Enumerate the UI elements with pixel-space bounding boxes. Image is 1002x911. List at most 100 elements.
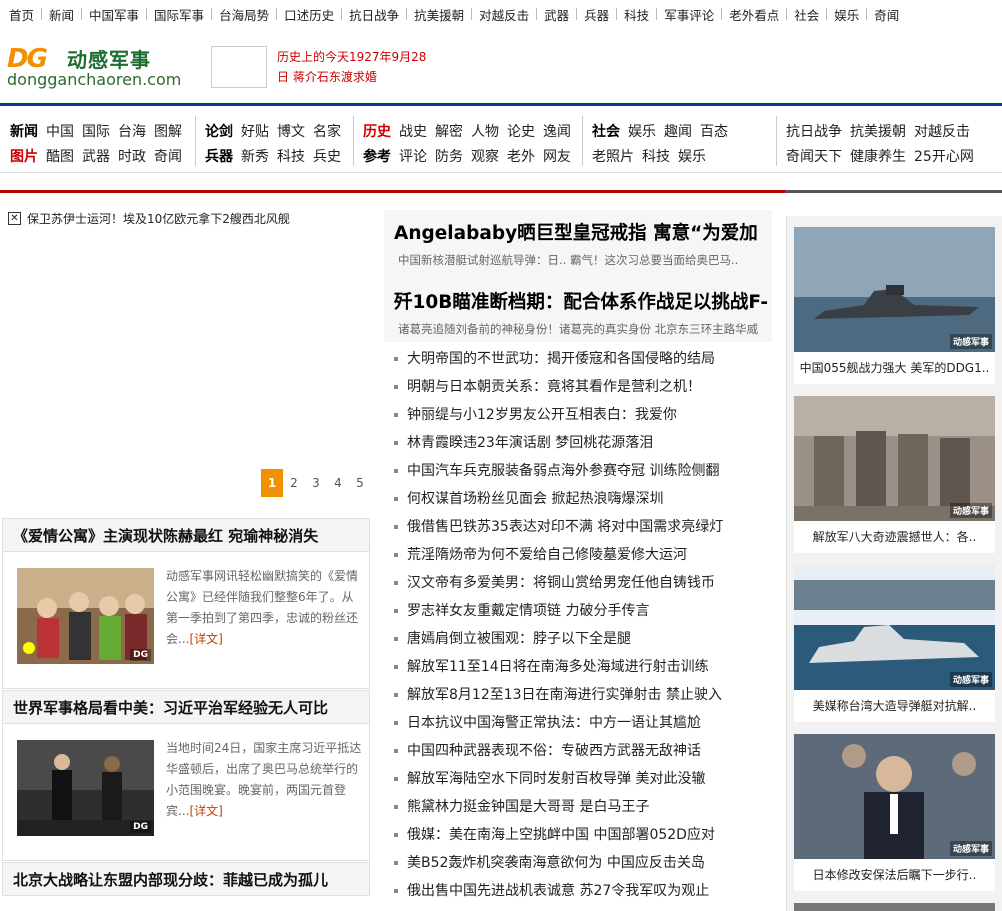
photo-card[interactable]: 动感军事 解放军八大奇迹震撼世人：各.. — [794, 396, 995, 553]
pager-page-5[interactable]: 5 — [349, 469, 371, 497]
channel-link[interactable]: 论史 — [507, 121, 535, 141]
channel-link[interactable]: 图片 — [10, 146, 38, 166]
channel-link[interactable]: 参考 — [363, 146, 391, 166]
list-item[interactable]: 熊黛林力挺金钟国是大哥哥 是白马王子 — [392, 793, 777, 821]
channel-link[interactable]: 图解 — [154, 121, 182, 141]
news-link[interactable]: 解放军海陆空水下同时发射百枚导弹 美对此没辙 — [407, 765, 705, 793]
site-logo[interactable]: DG 动感军事 dongganchaoren.com — [7, 40, 197, 95]
photo-card[interactable]: 动感军事 中国055舰战力强大 美军的DDG1.. — [794, 227, 995, 384]
story-title[interactable]: 《爱情公寓》主演现状陈赫最红 宛瑜神秘消失 — [2, 518, 370, 552]
channel-link[interactable]: 抗日战争 — [786, 121, 842, 141]
top-nav-item[interactable]: 新闻 — [42, 5, 81, 24]
top-nav-item[interactable]: 对越反击 — [472, 5, 536, 24]
list-item[interactable]: 明朝与日本朝贡关系：竟将其看作是营利之机！ — [392, 373, 777, 401]
photo-card[interactable]: 动感军事 美媒称台湾大造导弹艇对抗解.. — [794, 565, 995, 722]
pager-page-3[interactable]: 3 — [305, 469, 327, 497]
top-nav-item[interactable]: 兵器 — [577, 5, 616, 24]
pager-page-1[interactable]: 1 — [261, 469, 283, 497]
top-nav-item[interactable]: 社会 — [787, 5, 826, 24]
story-thumbnail[interactable]: DG — [17, 740, 154, 836]
story-thumbnail[interactable]: DG — [17, 568, 154, 664]
news-link[interactable]: 俄媒：美在南海上空挑衅中国 中国部署052D应对 — [407, 821, 715, 849]
list-item[interactable]: 解放军11至14日将在南海多处海域进行射击训练 — [392, 653, 777, 681]
top-subline-1[interactable]: 中国新核潜艇试射巡航导弹：日.. 霸气！这次习总要当面给奥巴马.. — [398, 252, 770, 268]
channel-link[interactable]: 奇闻 — [154, 146, 182, 166]
news-link[interactable]: 林青霞睽违23年演话剧 梦回桃花源落泪 — [407, 429, 653, 457]
list-item[interactable]: 中国汽车兵克服装备弱点海外参赛夺冠 训练险侧翻 — [392, 457, 777, 485]
channel-link[interactable]: 人物 — [471, 121, 499, 141]
top-nav-item[interactable]: 抗美援朝 — [407, 5, 471, 24]
top-nav-item[interactable]: 武器 — [537, 5, 576, 24]
history-today[interactable]: 历史上的今天1927年9月28 日 蒋介石东渡求婚 — [277, 47, 426, 87]
channel-link[interactable]: 新秀 — [241, 146, 269, 166]
channel-link[interactable]: 名家 — [313, 121, 341, 141]
channel-link[interactable]: 评论 — [399, 146, 427, 166]
list-item[interactable]: 解放军8月12至13日在南海进行实弹射击 禁止驶入 — [392, 681, 777, 709]
news-link[interactable]: 钟丽缇与小12岁男友公开互相表白：我爱你 — [407, 401, 677, 429]
channel-link[interactable]: 兵器 — [205, 146, 233, 166]
channel-link[interactable]: 科技 — [642, 146, 670, 166]
list-item[interactable]: 俄借售巴铁苏35表达对印不满 将对中国需求亮绿灯 — [392, 513, 777, 541]
channel-link[interactable]: 武器 — [82, 146, 110, 166]
list-item[interactable]: 美B52轰炸机突袭南海意欲何为 中国应反击关岛 — [392, 849, 777, 877]
channel-link[interactable]: 防务 — [435, 146, 463, 166]
channel-link[interactable]: 网友 — [543, 146, 571, 166]
list-item[interactable]: 大明帝国的不世武功：揭开倭寇和各国侵略的结局 — [392, 345, 777, 373]
list-item[interactable]: 林青霞睽违23年演话剧 梦回桃花源落泪 — [392, 429, 777, 457]
channel-link[interactable]: 历史 — [363, 121, 391, 141]
news-link[interactable]: 荒淫隋炀帝为何不爱给自己修陵墓爱修大运河 — [407, 541, 687, 569]
channel-link[interactable]: 老外 — [507, 146, 535, 166]
channel-link[interactable]: 新闻 — [10, 121, 38, 141]
channel-link[interactable]: 对越反击 — [914, 121, 970, 141]
news-link[interactable]: 俄出售中国先进战机表诚意 苏27令我军叹为观止 — [407, 877, 709, 905]
top-nav-item[interactable]: 国际军事 — [147, 5, 211, 24]
news-link[interactable]: 何权谋首场粉丝见面会 掀起热浪嗨爆深圳 — [407, 485, 663, 513]
news-link[interactable]: 汉文帝有多爱美男：将铜山赏给男宠任他自铸钱币 — [407, 569, 715, 597]
list-item[interactable]: 钟丽缇与小12岁男友公开互相表白：我爱你 — [392, 401, 777, 429]
pager-page-2[interactable]: 2 — [283, 469, 305, 497]
news-link[interactable]: 大明帝国的不世武功：揭开倭寇和各国侵略的结局 — [407, 345, 715, 373]
news-link[interactable]: 中国四种武器表现不俗：专破西方武器无敌神话 — [407, 737, 701, 765]
pager-page-4[interactable]: 4 — [327, 469, 349, 497]
top-headline-2[interactable]: 歼10B瞄准断档期：配合体系作战足以挑战F- — [394, 288, 774, 314]
top-nav-item[interactable]: 台海局势 — [212, 5, 276, 24]
channel-link[interactable]: 论剑 — [205, 121, 233, 141]
photo-card[interactable]: 动感军事 日本修改安保法后瞩下一步行.. — [794, 734, 995, 891]
story-title[interactable]: 北京大战略让东盟内部现分歧：菲越已成为孤儿 — [2, 862, 370, 896]
channel-link[interactable]: 好贴 — [241, 121, 269, 141]
channel-link[interactable]: 娱乐 — [628, 121, 656, 141]
channel-link[interactable]: 趣闻 — [664, 121, 692, 141]
close-box-icon[interactable]: ✕ — [8, 212, 21, 225]
news-link[interactable]: 解放军8月12至13日在南海进行实弹射击 禁止驶入 — [407, 681, 722, 709]
channel-link[interactable]: 科技 — [277, 146, 305, 166]
news-link[interactable]: 美B52轰炸机突袭南海意欲何为 中国应反击关岛 — [407, 849, 705, 877]
channel-link[interactable]: 博文 — [277, 121, 305, 141]
list-item[interactable]: 俄媒：美在南海上空挑衅中国 中国部署052D应对 — [392, 821, 777, 849]
news-link[interactable]: 熊黛林力挺金钟国是大哥哥 是白马王子 — [407, 793, 649, 821]
photo-card-partial[interactable] — [794, 903, 995, 911]
news-link[interactable]: 中国汽车兵克服装备弱点海外参赛夺冠 训练险侧翻 — [407, 457, 719, 485]
channel-link[interactable]: 观察 — [471, 146, 499, 166]
top-nav-item[interactable]: 抗日战争 — [342, 5, 406, 24]
channel-link[interactable]: 娱乐 — [678, 146, 706, 166]
channel-link[interactable]: 百态 — [700, 121, 728, 141]
list-item[interactable]: 罗志祥女友重戴定情项链 力破分手传言 — [392, 597, 777, 625]
channel-link[interactable]: 战史 — [399, 121, 427, 141]
channel-link[interactable]: 逸闻 — [543, 121, 571, 141]
list-item[interactable]: 汉文帝有多爱美男：将铜山赏给男宠任他自铸钱币 — [392, 569, 777, 597]
news-link[interactable]: 明朝与日本朝贡关系：竟将其看作是营利之机！ — [407, 373, 701, 401]
channel-link[interactable]: 社会 — [592, 121, 620, 141]
channel-link[interactable]: 健康养生 — [850, 146, 906, 166]
list-item[interactable]: 俄出售中国先进战机表诚意 苏27令我军叹为观止 — [392, 877, 777, 905]
list-item[interactable]: 中国四种武器表现不俗：专破西方武器无敌神话 — [392, 737, 777, 765]
story-title[interactable]: 世界军事格局看中美：习近平治军经验无人可比 — [2, 690, 370, 724]
channel-link[interactable]: 国际 — [82, 121, 110, 141]
top-nav-item[interactable]: 娱乐 — [827, 5, 866, 24]
top-nav-item[interactable]: 奇闻 — [867, 5, 906, 24]
list-item[interactable]: 解放军海陆空水下同时发射百枚导弹 美对此没辙 — [392, 765, 777, 793]
list-item[interactable]: 日本抗议中国海警正常执法：中方一语让其尴尬 — [392, 709, 777, 737]
top-nav-item[interactable]: 军事评论 — [657, 5, 721, 24]
top-nav-item[interactable]: 首页 — [2, 5, 41, 24]
list-item[interactable]: 何权谋首场粉丝见面会 掀起热浪嗨爆深圳 — [392, 485, 777, 513]
news-link[interactable]: 俄借售巴铁苏35表达对印不满 将对中国需求亮绿灯 — [407, 513, 723, 541]
